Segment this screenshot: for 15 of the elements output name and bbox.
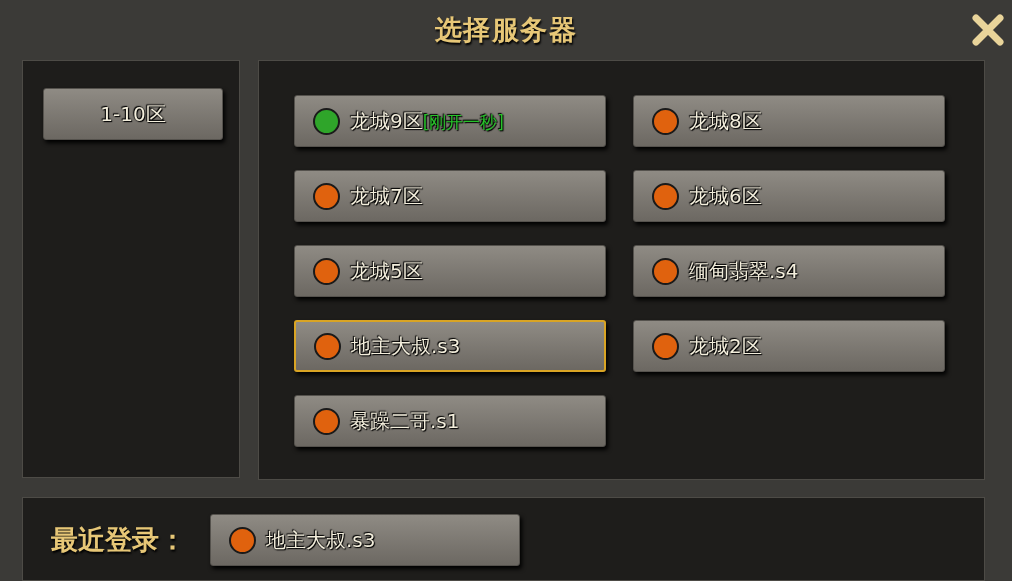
zone-button[interactable]: 1-10区 [43,88,223,140]
server-button[interactable]: 龙城6区 [633,170,945,222]
server-button[interactable]: 龙城2区 [633,320,945,372]
window-title: 选择服务器 [435,12,577,47]
server-button[interactable]: 缅甸翡翠.s4 [633,245,945,297]
server-button[interactable]: 暴躁二哥.s1 [294,395,606,447]
server-button[interactable]: 地主大叔.s3 [294,320,606,372]
server-button[interactable]: 龙城7区 [294,170,606,222]
server-button[interactable]: 龙城8区 [633,95,945,147]
server-button[interactable]: 龙城9区[刚开一秒] [294,95,606,147]
recent-label: 最近登录： [51,522,186,557]
close-button[interactable] [970,12,1006,48]
server-button[interactable]: 地主大叔.s3 [210,514,520,566]
server-button[interactable]: 龙城5区 [294,245,606,297]
close-icon [972,14,1004,46]
